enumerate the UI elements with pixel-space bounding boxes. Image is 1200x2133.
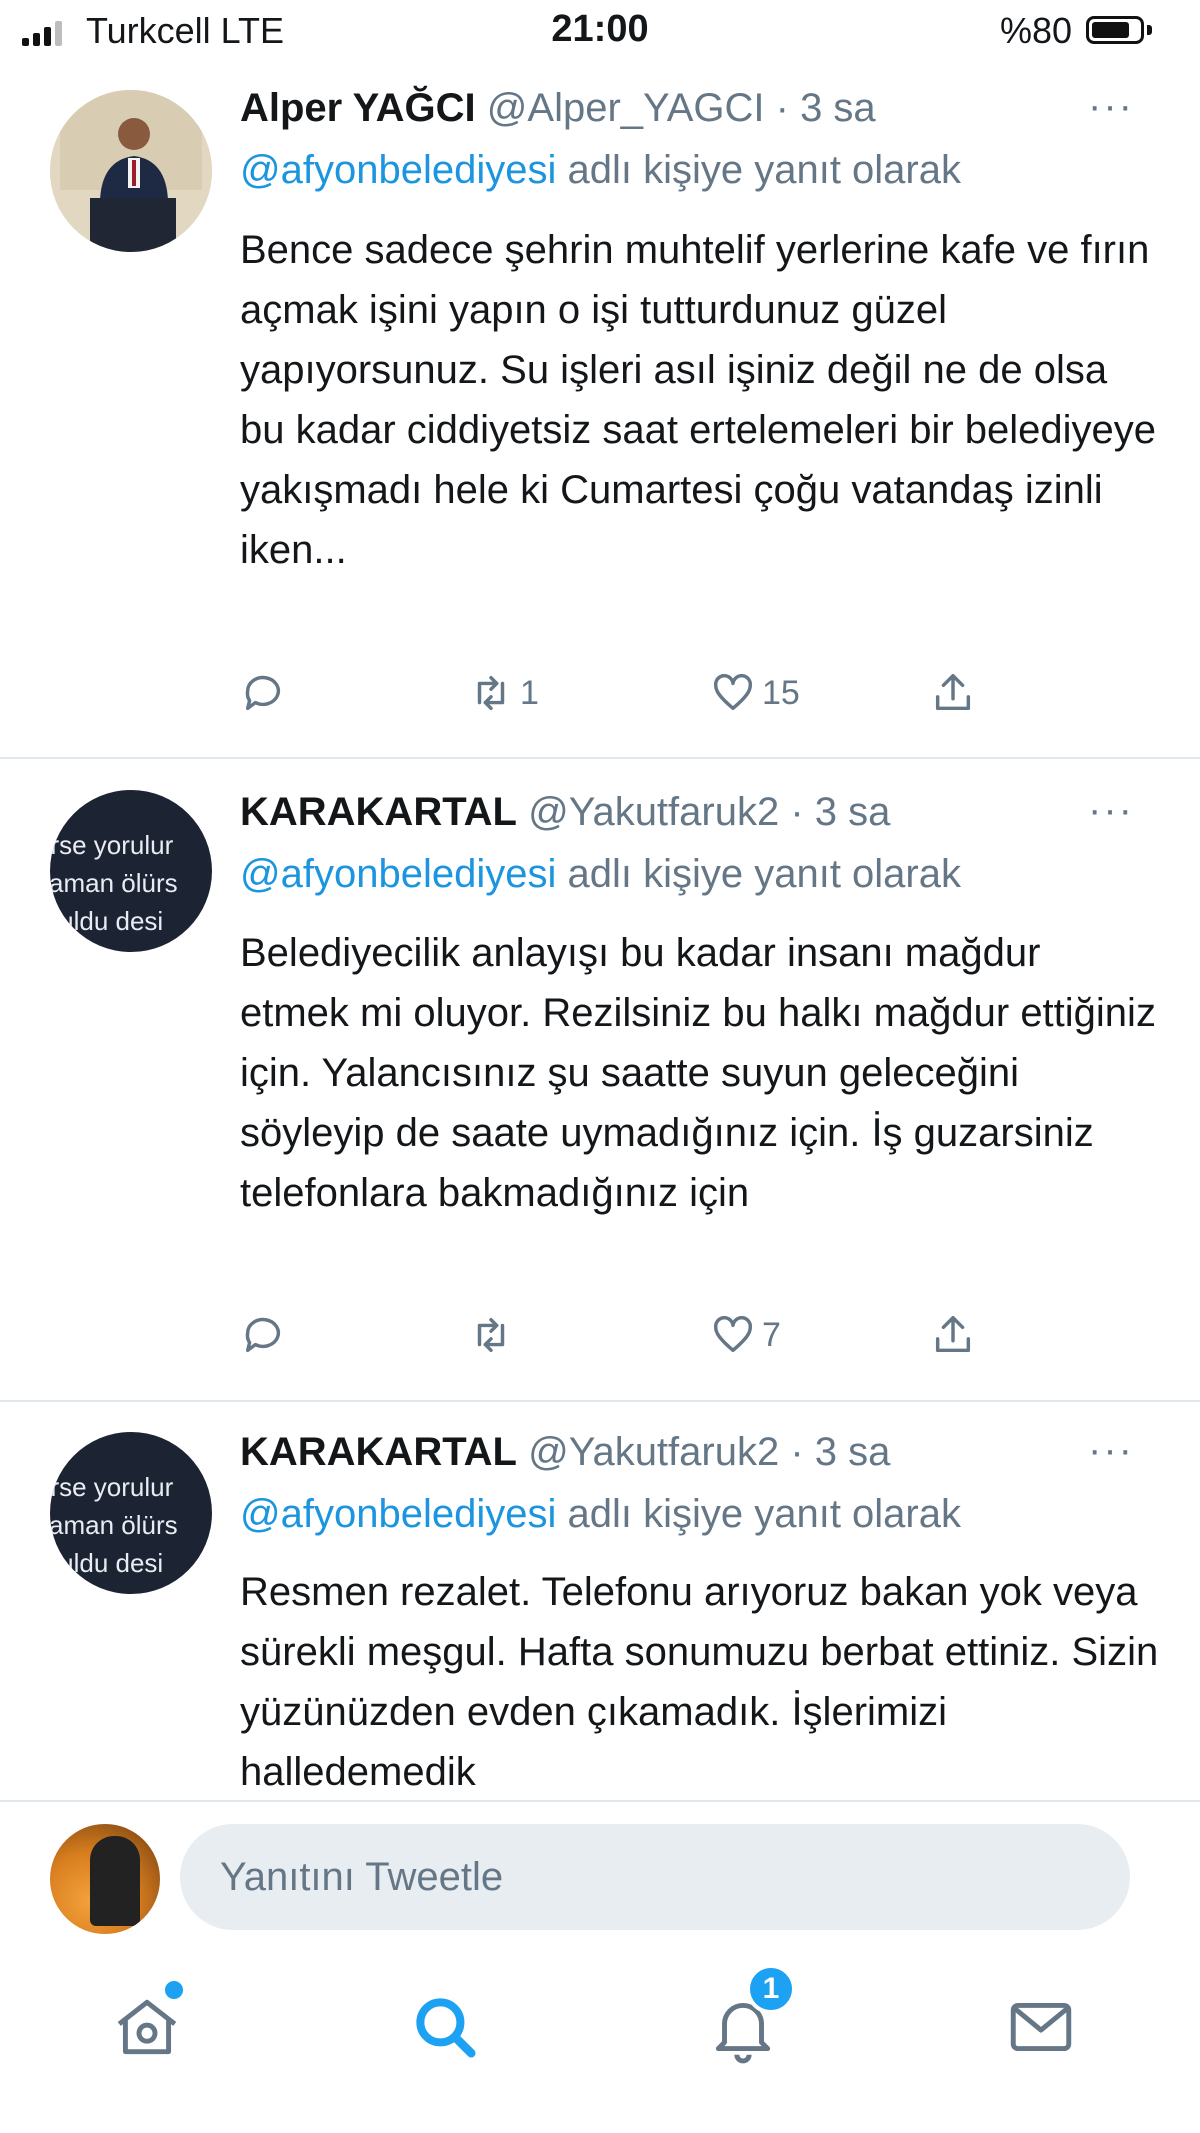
user-name[interactable]: Alper YAĞCI	[240, 86, 476, 130]
tweet-text: Resmen rezalet. Telefonu arıyoruz bakan …	[240, 1570, 1159, 1794]
retweet-count: 1	[520, 673, 539, 712]
user-name[interactable]: KARAKARTAL	[240, 790, 517, 834]
avatar[interactable]	[50, 90, 212, 252]
tweet-actions: 1 15	[240, 670, 1040, 720]
tab-search[interactable]	[400, 1982, 490, 2072]
tab-bar: 1	[0, 1942, 1200, 2133]
like-count: 15	[762, 673, 800, 712]
user-name[interactable]: KARAKARTAL	[240, 1430, 517, 1474]
reply-context: @afyonbelediyesi adlı kişiye yanıt olara…	[240, 148, 961, 193]
user-handle: @Alper_YAGCI · 3 sa	[486, 86, 876, 130]
retweet-button[interactable]	[468, 1312, 520, 1358]
heart-icon	[714, 674, 752, 711]
avatar-caption: erse yorulur	[50, 1472, 174, 1502]
tab-messages[interactable]	[996, 1982, 1086, 2072]
battery-percent: %80	[999, 10, 1072, 51]
reply-context-label: adlı kişiye yanıt olarak	[556, 148, 961, 192]
more-options-icon[interactable]: ···	[1088, 788, 1134, 833]
reply-bar	[0, 1800, 1200, 1942]
tab-home[interactable]	[102, 1978, 192, 2072]
retweet-icon	[477, 1317, 505, 1353]
avatar-caption: zaman ölürs	[50, 868, 178, 898]
user-handle: @Yakutfaruk2 · 3 sa	[528, 790, 891, 834]
reply-input[interactable]	[180, 1824, 1130, 1930]
share-button[interactable]	[930, 1312, 976, 1358]
mention-link[interactable]: @afyonbelediyesi	[240, 852, 556, 896]
new-tweets-dot	[162, 1978, 186, 2002]
reply-context: @afyonbelediyesi adlı kişiye yanıt olara…	[240, 852, 961, 897]
like-count: 7	[762, 1315, 781, 1354]
divider	[0, 757, 1200, 759]
share-icon	[935, 674, 971, 711]
user-handle: @Yakutfaruk2 · 3 sa	[528, 1430, 891, 1474]
more-options-icon[interactable]: ···	[1088, 1428, 1134, 1473]
reply-icon	[245, 675, 281, 711]
battery-icon	[1086, 16, 1144, 44]
retweet-button[interactable]: 1	[468, 670, 539, 716]
avatar-caption: zaman ölürs	[50, 1510, 178, 1540]
more-options-icon[interactable]: ···	[1088, 84, 1134, 129]
mention-link[interactable]: @afyonbelediyesi	[240, 148, 556, 192]
reply-context: @afyonbelediyesi adlı kişiye yanıt olara…	[240, 1492, 961, 1537]
retweet-icon	[477, 675, 505, 711]
tweet[interactable]: erse yorulur zaman ölürs oruldu desi KAR…	[0, 1402, 1200, 1798]
reply-context-label: adlı kişiye yanıt olarak	[556, 852, 961, 896]
avatar-caption: oruldu desi	[50, 1548, 164, 1578]
reply-button[interactable]	[240, 670, 286, 716]
notification-badge: 1	[746, 1964, 796, 2014]
tweet-text: Belediyecilik anlayışı bu kadar insanı m…	[240, 931, 1156, 1215]
tweet[interactable]: erse yorulur zaman ölürs oruldu desi KAR…	[0, 760, 1200, 1400]
share-icon	[935, 1316, 971, 1353]
tab-notifications[interactable]: 1	[698, 1964, 796, 2072]
reply-context-label: adlı kişiye yanıt olarak	[556, 1492, 961, 1536]
like-button[interactable]: 15	[710, 670, 800, 716]
mention-link[interactable]: @afyonbelediyesi	[240, 1492, 556, 1536]
my-avatar[interactable]	[50, 1824, 160, 1934]
avatar-caption: oruldu desi	[50, 906, 164, 936]
avatar[interactable]: erse yorulur zaman ölürs oruldu desi	[50, 790, 212, 952]
reply-icon	[245, 1317, 281, 1353]
search-icon	[416, 1998, 476, 2058]
reply-button[interactable]	[240, 1312, 286, 1358]
status-bar: Turkcell LTE 21:00 %80	[0, 0, 1200, 64]
tweet-actions: 7	[240, 1312, 1040, 1362]
messages-icon	[1010, 2002, 1072, 2052]
heart-icon	[714, 1316, 752, 1353]
avatar-caption: erse yorulur	[50, 830, 174, 860]
tweet-text: Bence sadece şehrin muhtelif yerlerine k…	[240, 228, 1157, 572]
share-button[interactable]	[930, 670, 976, 716]
tweet[interactable]: Alper YAĞCI @Alper_YAGCI · 3 sa ··· @afy…	[0, 70, 1200, 760]
avatar[interactable]: erse yorulur zaman ölürs oruldu desi	[50, 1432, 212, 1594]
like-button[interactable]: 7	[710, 1312, 781, 1358]
